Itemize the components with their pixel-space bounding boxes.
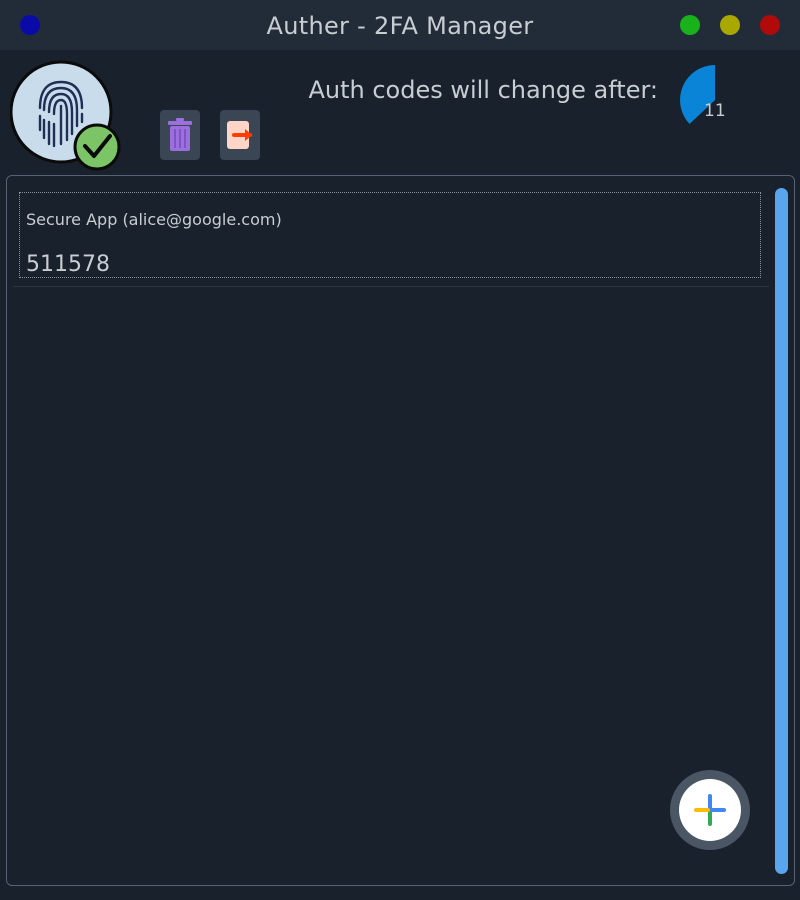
account-code[interactable]: 511578 <box>26 252 110 277</box>
fab-inner <box>679 779 741 841</box>
add-account-button[interactable] <box>670 770 750 850</box>
list-item[interactable]: Secure App (alice@google.com) 511578 <box>13 184 769 287</box>
trash-icon <box>168 118 192 151</box>
timer-label: Auth codes will change after: <box>308 76 658 104</box>
app-window: Auther - 2FA Manager Auth codes will cha… <box>0 0 800 900</box>
maximize-button[interactable] <box>720 15 740 35</box>
plus-icon <box>694 794 726 826</box>
account-name: Secure App (alice@google.com) <box>26 210 282 229</box>
scrollbar-thumb[interactable] <box>775 188 788 874</box>
timer-value: 11 <box>704 101 726 121</box>
title-bar[interactable]: Auther - 2FA Manager <box>0 0 800 50</box>
export-button[interactable] <box>220 110 260 160</box>
close-button[interactable] <box>760 15 780 35</box>
minimize-button[interactable] <box>680 15 700 35</box>
accounts-list[interactable]: Secure App (alice@google.com) 511578 <box>6 175 795 886</box>
delete-button[interactable] <box>160 110 200 160</box>
focus-outline <box>19 192 761 278</box>
fingerprint-verified-icon <box>9 60 122 172</box>
scrollbar[interactable] <box>774 186 789 876</box>
export-icon <box>227 121 252 149</box>
